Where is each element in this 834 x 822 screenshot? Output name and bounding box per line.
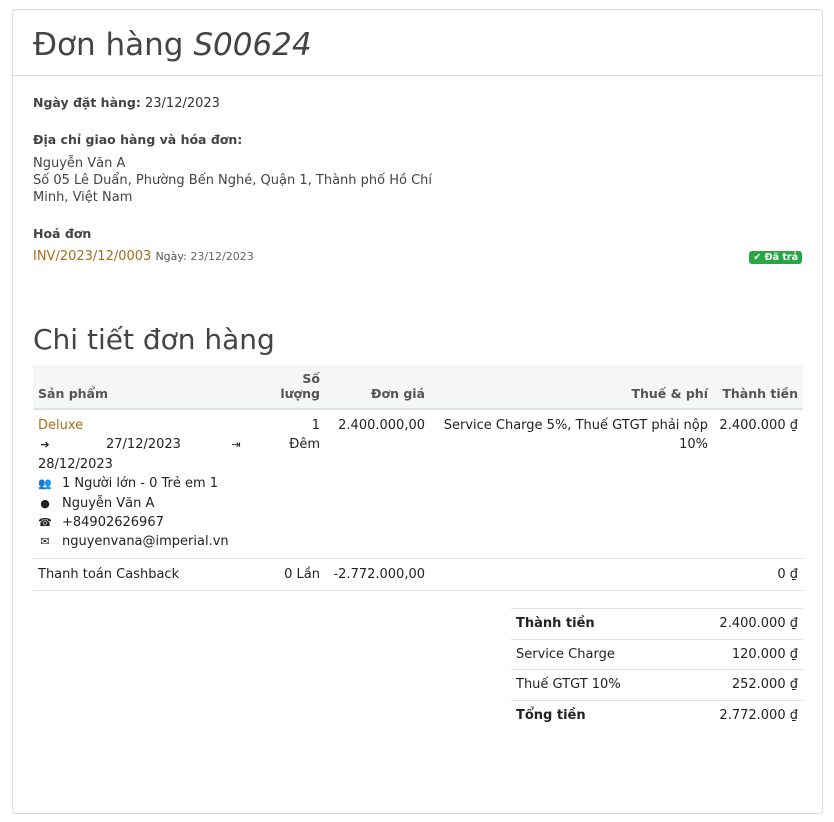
qty-cell: 1 Đêm [273,409,325,559]
invoice-link[interactable]: INV/2023/12/0003 [33,249,151,264]
totals-label: Thuế GTGT 10% [511,669,676,701]
totals-value: 120.000 ₫ [675,638,803,670]
checkin-date: 27/12/2023 [106,437,181,453]
invoice-date: Ngày: 23/12/2023 [155,250,253,263]
totals-value: 2.772.000 ₫ [675,699,803,731]
phone: +84902626967 [62,515,164,531]
product-cell: Deluxe ➔ 27/12/2023 ⇥ 28/12/2023 👥 1 Người… [33,409,273,559]
totals-row-subtotal: Thành tiền 2.400.000 ₫ [511,608,803,640]
check-icon: ✔ [753,252,762,263]
totals-value: 252.000 ₫ [675,669,803,701]
totals-row-service: Service Charge 120.000 ₫ [511,638,803,670]
col-product: Sản phẩm [33,365,273,410]
product-cell: Thanh toán Cashback [33,558,273,592]
email-row: ✉ nguyenvana@imperial.vn [38,532,268,551]
price-cell: -2.772.000,00 [325,558,430,592]
col-qty: Số lượng [273,365,325,410]
guests: 1 Người lớn - 0 Trẻ em 1 [62,476,219,492]
contact-name: Nguyễn Văn A [62,495,155,511]
totals-row-total: Tổng tiền 2.772.000 ₫ [511,699,803,731]
totals-label: Service Charge [511,638,676,670]
col-subtotal: Thành tiền [713,365,803,410]
status-badge-label: Đã trả [764,252,798,263]
qty-cell: 0 Lần [273,558,325,592]
envelope-icon: ✉ [40,535,50,549]
order-date-value: 23/12/2023 [145,96,220,111]
address-block: Nguyễn Văn A Số 05 Lê Duẩn, Phường Bến N… [33,155,433,206]
totals-label: Tổng tiền [511,699,676,731]
taxes-cell: Service Charge 5%, Thuế GTGT phải nộp 10… [430,409,713,559]
price-cell: 2.400.000,00 [325,409,430,559]
col-taxes: Thuế & phí [430,365,713,410]
page-title: Đơn hàng S00624 [33,26,802,64]
order-reference: S00624 [193,27,312,63]
order-card: Đơn hàng S00624 Ngày đặt hàng: 23/12/202… [12,9,823,814]
col-price: Đơn giá [325,365,430,410]
order-date-label: Ngày đặt hàng: [33,95,141,110]
sign-out-icon: ⇥ [231,438,241,452]
invoice-date-value: 23/12/2023 [190,250,254,263]
invoice-row: INV/2023/12/0003 Ngày: 23/12/2023 [33,249,254,264]
address-label: Địa chỉ giao hàng và hóa đơn: [33,132,243,147]
address-name: Nguyễn Văn A [33,156,126,171]
status-badge: ✔ Đã trả [749,251,802,264]
guests-row: 👥 1 Người lớn - 0 Trẻ em 1 [38,474,268,493]
users-icon: 👥 [38,477,52,491]
table-header-row: Sản phẩm Số lượng Đơn giá Thuế & phí Thà… [33,365,803,410]
user-icon: ● [40,496,50,510]
order-lines-table: Sản phẩm Số lượng Đơn giá Thuế & phí Thà… [33,365,803,592]
checkout-date: 28/12/2023 [38,456,113,472]
address-line: Số 05 Lê Duẩn, Phường Bến Nghé, Quận 1, … [33,173,433,205]
invoice-label: Hoá đơn [33,226,92,241]
phone-icon: ☎ [38,516,52,530]
subtotal-cell: 2.400.000 ₫ [713,409,803,559]
stay-dates: ➔ 27/12/2023 ⇥ [38,435,268,454]
table-row: Deluxe ➔ 27/12/2023 ⇥ 28/12/2023 👥 1 Người… [33,409,803,559]
title-prefix: Đơn hàng [33,27,184,63]
subtotal-cell: 0 ₫ [713,558,803,592]
totals-label: Thành tiền [511,608,676,640]
table-row: Thanh toán Cashback 0 Lần -2.772.000,00 … [33,558,803,592]
order-header: Đơn hàng S00624 [13,10,822,76]
taxes-cell [430,558,713,592]
totals-value: 2.400.000 ₫ [675,608,803,640]
invoice-date-label: Ngày: [155,250,187,263]
sign-in-icon: ➔ [40,438,50,452]
contact-row: ● Nguyễn Văn A [38,494,268,513]
product-link[interactable]: Deluxe [38,418,83,433]
totals-table: Thành tiền 2.400.000 ₫ Service Charge 12… [511,608,803,731]
order-date-row: Ngày đặt hàng: 23/12/2023 [33,95,220,111]
details-title: Chi tiết đơn hàng [33,323,275,356]
phone-row: ☎ +84902626967 [38,513,268,532]
email: nguyenvana@imperial.vn [62,534,229,550]
totals-row-vat: Thuế GTGT 10% 252.000 ₫ [511,669,803,701]
